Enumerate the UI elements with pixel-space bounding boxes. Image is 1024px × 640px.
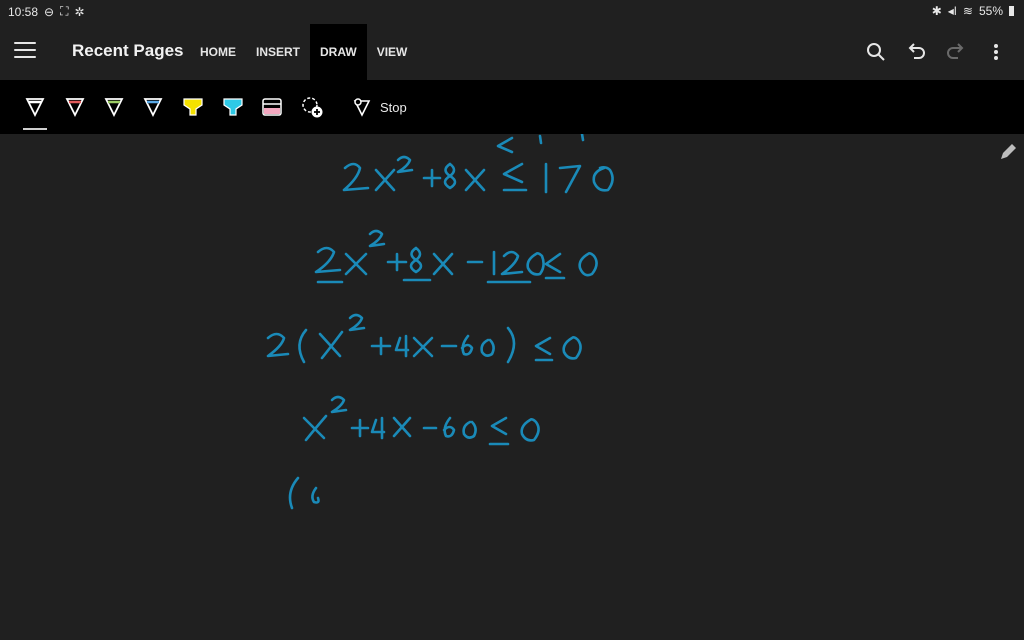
pen-white-icon[interactable]: [22, 92, 48, 130]
pen-green-icon[interactable]: [101, 92, 127, 122]
battery-percent: 55%: [978, 4, 1003, 18]
search-icon[interactable]: [856, 32, 896, 72]
stop-label: Stop: [380, 99, 407, 115]
status-bar: 10:58 ⊖ ⛶ ✲ ✱ ◂ǀ ≋ 55%: [0, 0, 1024, 24]
lasso-pen-icon: [353, 98, 371, 117]
mute-icon: ◂ǀ: [947, 4, 957, 18]
screenshot-icon: ⛶: [60, 4, 69, 18]
highlighter-pink-icon[interactable]: [259, 92, 285, 122]
sync-icon: ⊖: [44, 4, 55, 19]
status-time: 10:58: [8, 4, 39, 19]
battery-icon: [1009, 6, 1014, 16]
settings-icon: ✲: [74, 4, 85, 19]
tab-insert[interactable]: INSERT: [246, 24, 310, 80]
more-options-icon[interactable]: [976, 32, 1016, 72]
highlighter-cyan-icon[interactable]: [220, 92, 246, 122]
redo-icon[interactable]: [936, 32, 976, 72]
tab-home[interactable]: HOME: [190, 24, 246, 80]
draw-ribbon: Stop: [0, 80, 1024, 134]
pen-red-icon[interactable]: [62, 92, 88, 122]
stop-button[interactable]: Stop: [352, 92, 407, 122]
menu-icon[interactable]: [14, 42, 36, 60]
tab-view[interactable]: VIEW: [367, 24, 418, 80]
handwritten-math: [266, 134, 614, 510]
toolbar-actions: [856, 24, 1016, 80]
tab-draw[interactable]: DRAW: [310, 24, 367, 80]
undo-icon[interactable]: [896, 32, 936, 72]
highlighter-yellow-icon[interactable]: [180, 92, 206, 122]
page-title: Recent Pages: [72, 41, 184, 60]
add-pen-icon[interactable]: [299, 92, 325, 122]
pencil-icon[interactable]: [998, 142, 1018, 162]
ribbon-tabs: HOME INSERT DRAW VIEW: [190, 24, 417, 80]
wifi-icon: ≋: [962, 4, 973, 18]
app-bar: Recent Pages HOME INSERT DRAW VIEW: [0, 24, 1024, 80]
drawing-canvas[interactable]: [0, 134, 1024, 640]
pen-blue-icon[interactable]: [140, 92, 166, 122]
bluetooth-icon: ✱: [931, 4, 942, 18]
